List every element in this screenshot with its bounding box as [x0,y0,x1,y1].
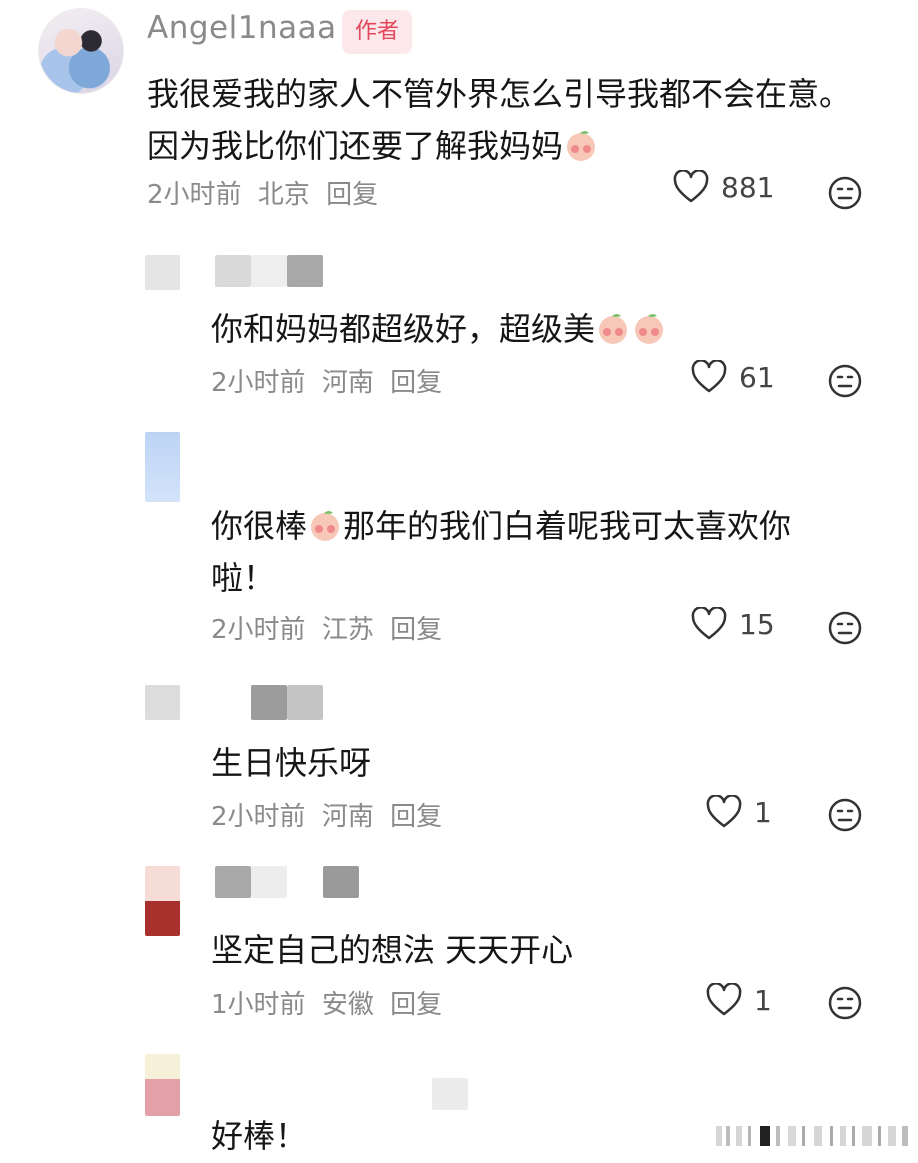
reply-avatar[interactable] [145,1054,180,1116]
like-button[interactable]: 1 [706,983,772,1017]
reply-username[interactable] [432,1078,468,1110]
reply-button[interactable]: 回复 [390,802,442,832]
reply-username[interactable] [251,255,287,287]
reply-button[interactable]: 回复 [390,990,442,1020]
reply-body: 好棒！ [211,1117,308,1155]
peach-emoji-icon [311,511,340,541]
reply-body: 啦！ [211,559,276,597]
reply-body: 那年的我们白着呢我可太喜欢你 [343,507,792,545]
reply-body: 坚定自己的想法 天天开心 [211,931,574,969]
neutral-face-icon[interactable] [828,176,862,210]
peach-emoji-icon [635,314,664,344]
reply-body: 你很棒 [211,507,308,545]
heart-outline-icon [706,795,742,828]
reply-username[interactable] [323,866,359,898]
like-count: 61 [739,360,775,394]
like-count: 1 [754,983,772,1017]
comment-location: 江苏 [321,615,374,645]
like-button[interactable]: 881 [673,170,774,204]
reply-meta: 2小时前 江苏 回复 [211,609,450,646]
comment-location: 北京 [257,180,310,210]
watermark-barcode-icon [716,1126,908,1146]
reply-text: 好棒！ [211,1110,307,1162]
like-button[interactable]: 61 [691,360,775,394]
reply-meta: 2小时前 河南 回复 [211,796,450,833]
heart-outline-icon [673,170,709,203]
reply-username[interactable] [251,866,287,898]
reply-username[interactable] [215,255,251,287]
reply-username[interactable] [287,255,323,287]
reply-text: 坚定自己的想法 天天开心 [211,924,573,976]
reply-avatar[interactable] [145,255,180,290]
like-count: 1 [754,795,772,829]
neutral-face-icon[interactable] [828,611,862,645]
neutral-face-icon[interactable] [828,798,862,832]
comment-location: 河南 [321,802,374,832]
comment-location: 安徽 [321,990,374,1020]
reply-avatar[interactable] [145,685,180,720]
like-button[interactable]: 1 [706,795,772,829]
author-meta: 2小时前 北京 回复 [147,174,386,211]
reply-button[interactable]: 回复 [326,180,378,210]
author-username[interactable]: Angel1naaa [147,10,337,46]
comment-location: 河南 [321,368,374,398]
like-count: 881 [721,170,775,204]
like-count: 15 [739,607,775,641]
reply-username[interactable] [287,685,323,720]
reply-text: 你很棒 那年的我们白着呢我可太喜欢你啦！ [211,500,871,604]
reply-username[interactable] [251,685,287,720]
reply-meta: 1小时前 安徽 回复 [211,984,450,1021]
comment-time: 2小时前 [147,180,242,210]
heart-outline-icon [706,983,742,1016]
reply-avatar[interactable] [145,866,180,936]
heart-outline-icon [691,607,727,640]
reply-button[interactable]: 回复 [390,368,442,398]
reply-body: 生日快乐呀 [211,744,372,782]
neutral-face-icon[interactable] [828,986,862,1020]
reply-button[interactable]: 回复 [390,615,442,645]
peach-emoji-icon [599,314,628,344]
author-comment-body: 我很爱我的家人不管外界怎么引导我都不会在意。因为我比你们还要了解我妈妈 [147,75,852,165]
reply-body: 你和妈妈都超级好，超级美 [211,310,596,348]
reply-username[interactable] [215,866,251,898]
comment-time: 1小时前 [211,990,306,1020]
reply-meta: 2小时前 河南 回复 [211,362,450,399]
comment-time: 2小时前 [211,368,306,398]
heart-outline-icon [691,360,727,393]
reply-text: 生日快乐呀 [211,737,371,789]
neutral-face-icon[interactable] [828,364,862,398]
reply-avatar[interactable] [145,432,180,502]
author-avatar[interactable] [38,8,124,94]
author-comment-text: 我很爱我的家人不管外界怎么引导我都不会在意。因为我比你们还要了解我妈妈 [147,68,877,172]
reply-text: 你和妈妈都超级好，超级美 [211,303,667,355]
author-badge: 作者 [342,10,413,54]
peach-emoji-icon [567,131,596,161]
comment-time: 2小时前 [211,802,306,832]
comment-time: 2小时前 [211,615,306,645]
like-button[interactable]: 15 [691,607,775,641]
